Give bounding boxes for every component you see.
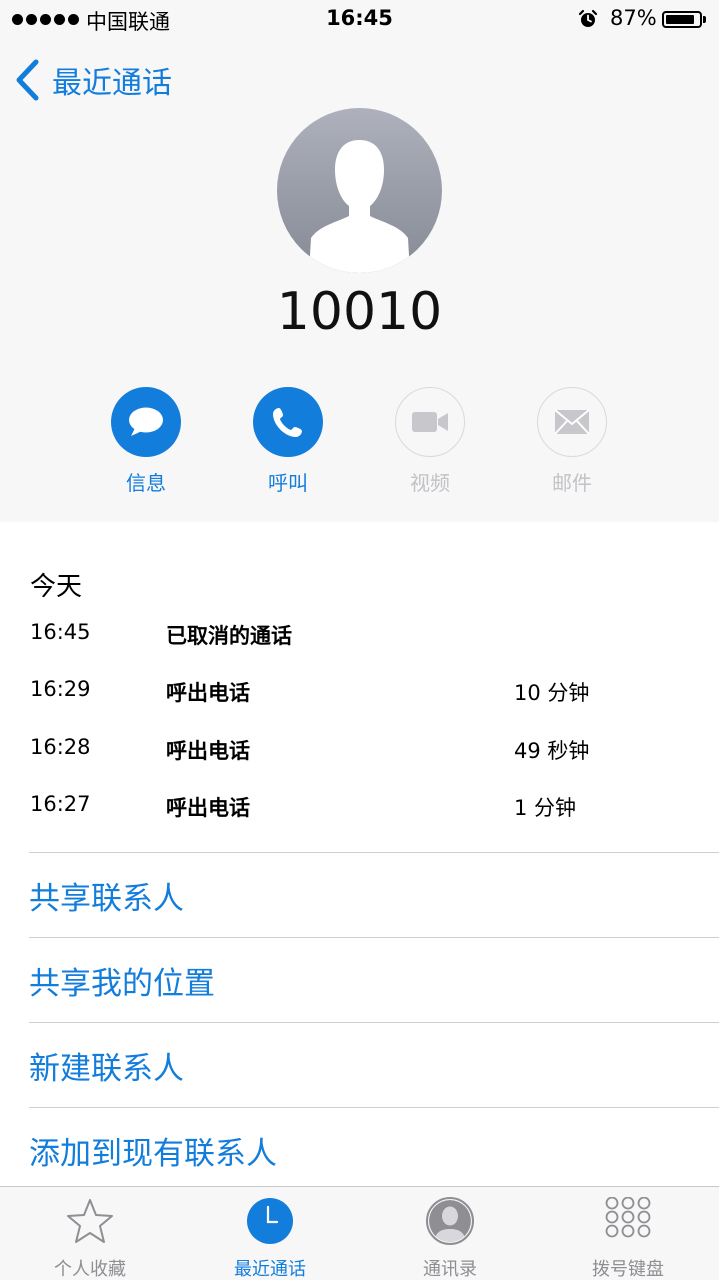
tab-contacts[interactable]: 通讯录 (380, 1187, 520, 1281)
new-contact-button[interactable]: 新建联系人 (29, 1022, 719, 1107)
call-history-row: 16:45 已取消的通话 (30, 620, 719, 660)
video-action-button[interactable]: 视频 (394, 387, 466, 496)
call-history-row: 16:28 呼出电话 49 秒钟 (30, 735, 719, 775)
call-action-label: 呼叫 (268, 471, 308, 495)
tab-favorites[interactable]: 个人收藏 (20, 1187, 160, 1281)
call-type: 已取消的通话 (166, 624, 292, 648)
message-bubble-icon (129, 407, 163, 436)
message-action-button[interactable]: 信息 (110, 387, 182, 496)
chevron-left-icon (16, 59, 39, 101)
call-duration: 1 分钟 (514, 796, 577, 820)
add-to-existing-contact-button[interactable]: 添加到现有联系人 (29, 1107, 719, 1192)
keypad-icon (605, 1197, 651, 1238)
battery-icon (662, 11, 702, 28)
call-action-button[interactable]: 呼叫 (252, 387, 324, 496)
mail-action-circle (537, 387, 607, 457)
mail-action-label: 邮件 (552, 471, 592, 495)
call-type: 呼出电话 (166, 796, 250, 820)
call-duration: 49 秒钟 (514, 739, 590, 763)
tab-bar: 个人收藏 最近通话 通讯录 拨号键盘 (0, 1186, 719, 1280)
mail-action-button[interactable]: 邮件 (536, 387, 608, 496)
call-history-row: 16:27 呼出电话 1 分钟 (30, 792, 719, 832)
back-button[interactable]: 最近通话 (14, 58, 172, 102)
alarm-clock-icon (578, 9, 598, 27)
star-icon (67, 1199, 113, 1243)
share-contact-button[interactable]: 共享联系人 (29, 852, 719, 937)
add-to-existing-contact-label: 添加到现有联系人 (29, 1136, 277, 1172)
person-silhouette-icon (277, 108, 442, 273)
call-time: 16:29 (30, 677, 91, 701)
tab-favorites-label: 个人收藏 (54, 1259, 126, 1280)
contact-avatar (277, 108, 442, 273)
call-time: 16:27 (30, 792, 91, 816)
call-time: 16:45 (30, 620, 91, 644)
call-time: 16:28 (30, 735, 91, 759)
contact-phone-number: 10010 (276, 282, 443, 342)
call-type: 呼出电话 (166, 739, 250, 763)
message-action-label: 信息 (126, 471, 166, 495)
video-camera-icon (412, 412, 448, 432)
tab-keypad-label: 拨号键盘 (592, 1259, 664, 1280)
battery-tip (703, 16, 706, 23)
tab-recents-label: 最近通话 (234, 1259, 306, 1280)
tab-contacts-label: 通讯录 (423, 1259, 477, 1280)
tab-keypad[interactable]: 拨号键盘 (558, 1187, 698, 1281)
battery-fill (666, 15, 694, 24)
status-bar: 中国联通 16:45 87% (0, 0, 719, 40)
back-button-label: 最近通话 (52, 66, 172, 101)
battery-percent: 87% (610, 6, 657, 30)
message-action-circle (111, 387, 181, 457)
share-location-button[interactable]: 共享我的位置 (29, 937, 719, 1022)
phone-icon (273, 408, 302, 437)
mail-envelope-icon (554, 409, 590, 435)
video-action-circle (395, 387, 465, 457)
tab-recents[interactable]: 最近通话 (200, 1187, 340, 1281)
call-history-section-title: 今天 (30, 572, 83, 602)
contacts-person-icon (426, 1197, 474, 1245)
video-action-label: 视频 (410, 471, 450, 495)
share-contact-label: 共享联系人 (29, 881, 184, 917)
call-action-circle (253, 387, 323, 457)
clock-icon (247, 1198, 293, 1244)
share-location-label: 共享我的位置 (29, 966, 215, 1002)
call-duration: 10 分钟 (514, 681, 590, 705)
call-type: 呼出电话 (166, 681, 250, 705)
new-contact-label: 新建联系人 (29, 1051, 184, 1087)
call-history-row: 16:29 呼出电话 10 分钟 (30, 677, 719, 717)
